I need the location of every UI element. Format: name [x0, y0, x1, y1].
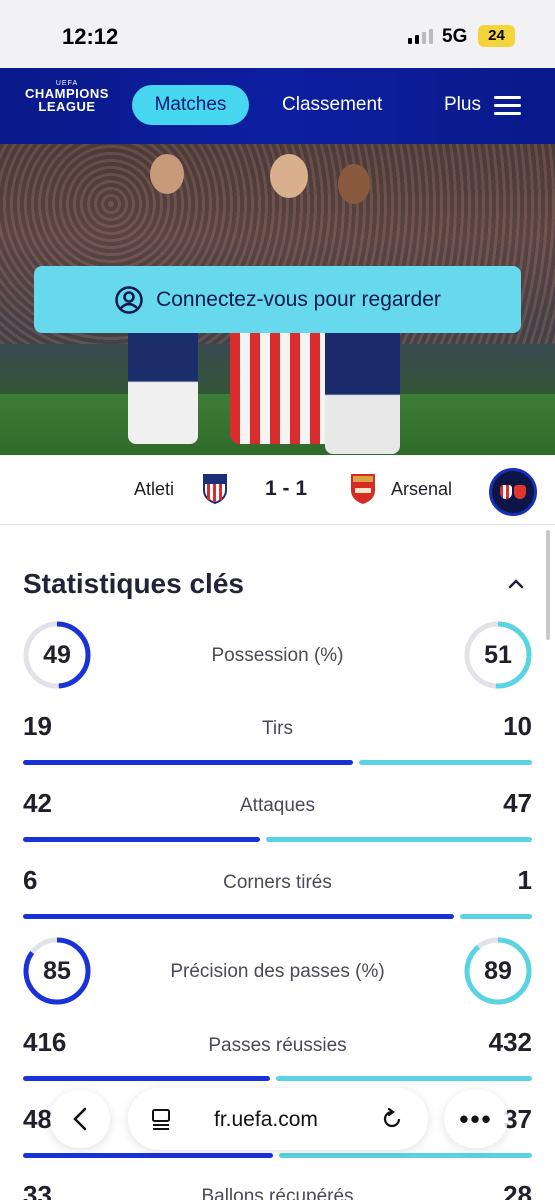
login-label: Connectez-vous pour regarder: [156, 287, 441, 311]
logo-line2: LEAGUE: [38, 99, 96, 114]
network-type: 5G: [442, 26, 468, 47]
corners-away-value: 1: [517, 865, 532, 895]
site-header: UEFA CHAMPIONS LEAGUE Matches Classement…: [0, 68, 555, 144]
corners-label: Corners tirés: [223, 872, 332, 893]
login-to-watch-button[interactable]: Connectez-vous pour regarder: [34, 266, 521, 333]
menu-icon[interactable]: [494, 96, 521, 116]
scrollbar[interactable]: [546, 530, 550, 640]
url-bar[interactable]: fr.uefa.com: [128, 1088, 428, 1150]
attaques-label: Attaques: [240, 795, 315, 816]
passes-bar: [23, 1076, 532, 1081]
nav-plus[interactable]: Plus: [444, 94, 481, 116]
reader-icon[interactable]: [150, 1108, 172, 1130]
attaques-away-bar: [266, 837, 532, 842]
status-bar: 12:12 5G 24: [0, 0, 555, 68]
attaques-away-value: 47: [503, 788, 532, 818]
possession-away-value: 51: [484, 641, 512, 669]
passes-away-bar: [276, 1076, 532, 1081]
attaques-bar: [23, 837, 532, 842]
player-head: [150, 154, 184, 194]
passes-away-value: 432: [488, 1027, 532, 1057]
tirs-bar: [23, 760, 532, 765]
battery-icon: 24: [478, 25, 515, 47]
player-head: [270, 154, 308, 198]
home-team-name: Atleti: [134, 479, 175, 499]
ballons-label: Ballons récupérés: [201, 1186, 354, 1200]
browser-toolbar: fr.uefa.com •••: [40, 1083, 518, 1155]
tirs-away-bar: [359, 760, 532, 765]
corners-home-bar: [23, 914, 454, 919]
back-icon: [73, 1107, 87, 1131]
arsenal-crest-icon: [351, 474, 375, 504]
nav-classement[interactable]: Classement: [282, 94, 382, 116]
tirs-label: Tirs: [262, 718, 293, 739]
tirs-away-value: 10: [503, 711, 532, 741]
tirs-home-bar: [23, 760, 353, 765]
back-button[interactable]: [50, 1090, 110, 1148]
score-bar: Atleti 1 - 1 Arsenal: [0, 455, 555, 525]
ballons-away-value: 28: [503, 1180, 532, 1200]
precision-away-value: 89: [484, 957, 512, 985]
more-icon[interactable]: •••: [444, 1090, 508, 1148]
chevron-up-icon[interactable]: [506, 574, 526, 594]
reload-icon[interactable]: [380, 1107, 404, 1131]
user-circle-icon: [115, 285, 143, 314]
player-head: [338, 164, 370, 204]
nav-matches[interactable]: Matches: [132, 85, 249, 125]
status-time: 12:12: [62, 24, 119, 49]
signal-icon: [408, 28, 433, 44]
corners-bar: [23, 914, 532, 919]
attaques-home-bar: [23, 837, 260, 842]
champions-league-logo[interactable]: UEFA CHAMPIONS LEAGUE: [22, 80, 112, 134]
corners-away-bar: [460, 914, 532, 919]
away-team-name: Arsenal: [391, 479, 453, 499]
passes-home-bar: [23, 1076, 270, 1081]
url-domain: fr.uefa.com: [214, 1108, 318, 1131]
match-score: 1 - 1: [265, 477, 308, 500]
match-hero-image: Connectez-vous pour regarder: [0, 144, 555, 455]
passes-label: Passes réussies: [208, 1035, 347, 1056]
stats-title: Statistiques clés: [23, 568, 244, 599]
atleti-crest-icon: [203, 474, 227, 504]
match-badge-icon[interactable]: [489, 468, 537, 516]
